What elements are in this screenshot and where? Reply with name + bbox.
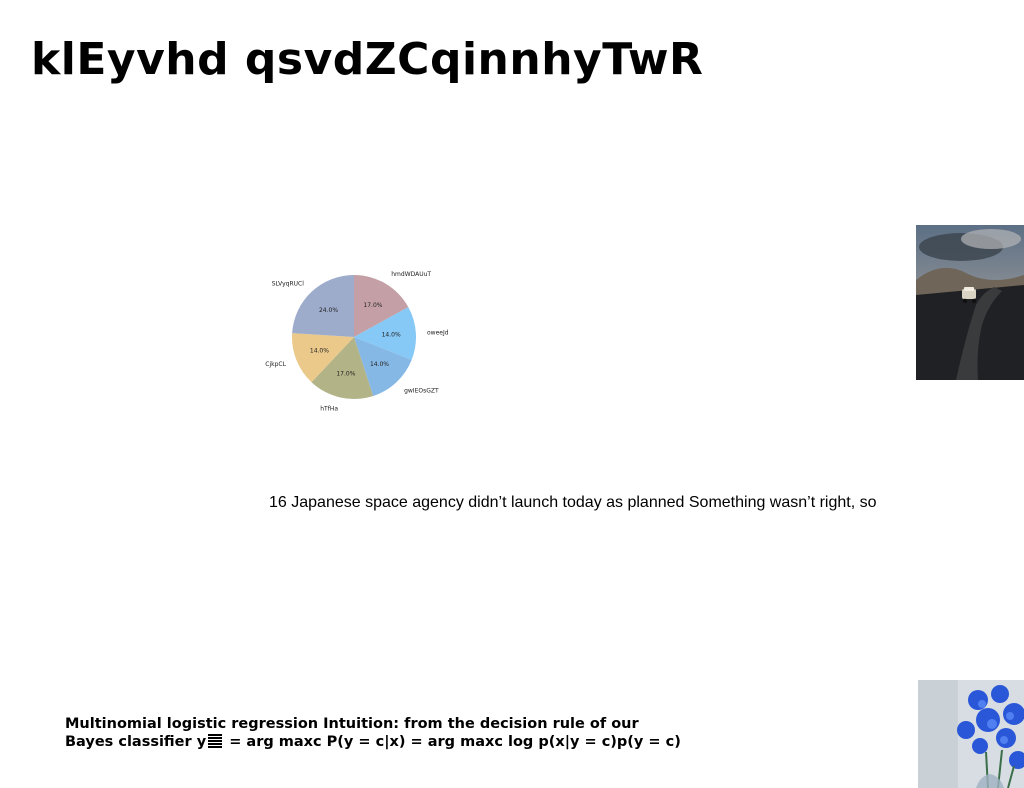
pie-category-label: hmdWDAUuT xyxy=(391,271,431,278)
slide-title: klEyvhd qsvdZCqinnhyTwR xyxy=(31,34,704,85)
blue-flowers-photo xyxy=(918,680,1024,788)
regression-text-line-1: Multinomial logistic regression Intuitio… xyxy=(65,716,639,732)
pie-pct-label: 14.0% xyxy=(310,348,329,355)
pie-pct-label: 17.0% xyxy=(363,302,382,309)
regression-text-line-2-prefix: Bayes classifier y xyxy=(65,734,207,750)
pie-category-label: oweeJd xyxy=(427,329,449,336)
y-hat-glyph xyxy=(207,734,223,748)
regression-text: Multinomial logistic regression Intuitio… xyxy=(65,715,681,751)
pie-category-label: gwIEOsGZT xyxy=(404,387,439,394)
car-photo xyxy=(916,225,1024,380)
pie-chart: 17.0% 14.0% 14.0% 17.0% 14.0% 24.0% hmdWDAUuT… xyxy=(265,271,449,412)
regression-text-line-2-suffix: = arg maxc P(y = c|x) = arg maxc log p(x… xyxy=(224,734,681,750)
pie-pct-label: 17.0% xyxy=(336,370,355,377)
pie-category-label: SLVyqRUCl xyxy=(272,281,305,288)
pie-pct-label: 14.0% xyxy=(382,332,401,339)
pie-category-label: CjkpCL xyxy=(265,361,286,368)
pie-pct-label: 14.0% xyxy=(370,361,389,368)
pie-pct-label: 24.0% xyxy=(319,307,338,314)
slide-caption: 16 Japanese space agency didn’t launch t… xyxy=(269,494,877,511)
regression-text-line-2: Bayes classifier y = arg maxc P(y = c|x)… xyxy=(65,733,681,751)
pie-category-label: hTfHa xyxy=(320,405,338,412)
